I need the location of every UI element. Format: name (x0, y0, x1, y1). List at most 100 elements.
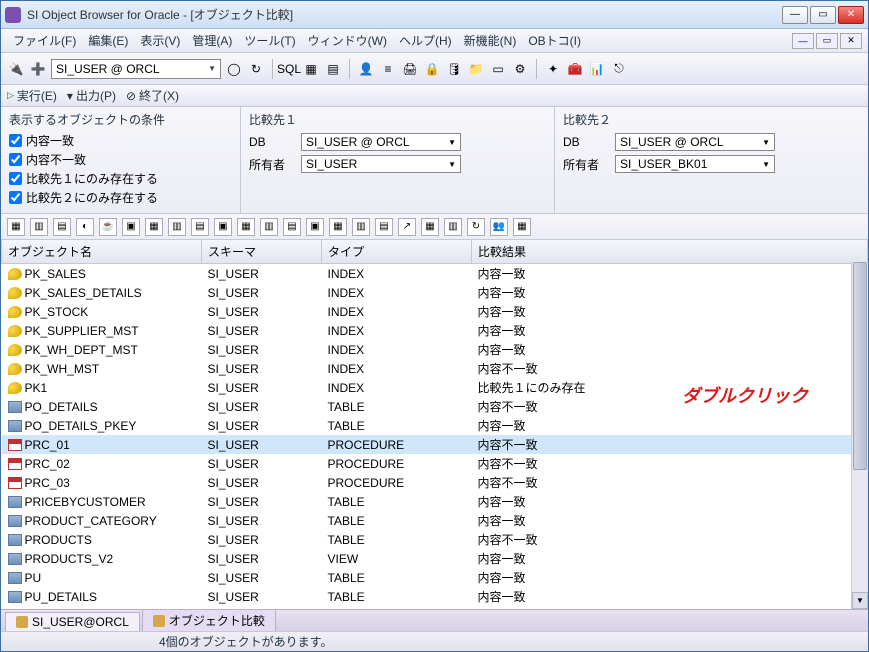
table-row[interactable]: PRICEBYCUSTOMERSI_USERTABLE内容一致 (2, 492, 868, 511)
dest2-panel: 比較先２ DB SI_USER @ ORCL▼ 所有者 SI_USER_BK01… (555, 107, 868, 213)
table-row[interactable]: PK_STOCKSI_USERINDEX内容一致 (2, 302, 868, 321)
menu-help[interactable]: ヘルプ(H) (393, 30, 458, 51)
filter-icon-4[interactable]: ◐ (76, 218, 94, 236)
mdi-close-button[interactable]: ✕ (840, 33, 862, 49)
print-icon[interactable]: 🖨 (401, 60, 419, 78)
close-action[interactable]: ⊘終了(X) (126, 87, 179, 104)
dest1-owner-combo[interactable]: SI_USER▼ (301, 155, 461, 173)
sql-icon[interactable]: SQL (280, 60, 298, 78)
chk-match[interactable] (9, 134, 22, 147)
filter-icon-19[interactable]: ▦ (421, 218, 439, 236)
chk-only1[interactable] (9, 172, 22, 185)
gear-icon[interactable]: ⚙ (511, 60, 529, 78)
connection-combo[interactable]: SI_USER @ ORCL ▼ (51, 59, 221, 79)
table-row[interactable]: PK1SI_USERINDEX比較先１にのみ存在 (2, 378, 868, 397)
table-row[interactable]: PURCHASE_ORDERSSI_USERTABLE内容一致 (2, 606, 868, 609)
tab-compare[interactable]: オブジェクト比較 (142, 609, 276, 631)
tool-icon[interactable]: 🧰 (566, 60, 584, 78)
col-result[interactable]: 比較結果 (472, 240, 868, 264)
stats-icon[interactable]: 📊 (588, 60, 606, 78)
run-action[interactable]: ▷実行(E) (7, 87, 57, 104)
table-row[interactable]: PRC_01SI_USERPROCEDURE内容不一致 (2, 435, 868, 454)
filter-icon-9[interactable]: ▤ (191, 218, 209, 236)
menu-file[interactable]: ファイル(F) (7, 30, 82, 51)
window-icon[interactable]: ▭ (489, 60, 507, 78)
filter-icon-14[interactable]: ▣ (306, 218, 324, 236)
exit-icon[interactable]: ⎋ (610, 60, 628, 78)
filter-icon-7[interactable]: ▦ (145, 218, 163, 236)
results-grid[interactable]: オブジェクト名 スキーマ タイプ 比較結果 PK_SALESSI_USERIND… (1, 240, 868, 609)
grid-icon[interactable]: ▤ (324, 60, 342, 78)
table-row[interactable]: PK_WH_DEPT_MSTSI_USERINDEX内容一致 (2, 340, 868, 359)
user-icon[interactable]: 👤 (357, 60, 375, 78)
menu-tools[interactable]: ツール(T) (238, 30, 301, 51)
filter-icon-1[interactable]: ▦ (7, 218, 25, 236)
filter-icon-3[interactable]: ▤ (53, 218, 71, 236)
reload-icon[interactable]: ↻ (247, 60, 265, 78)
chk-diff[interactable] (9, 153, 22, 166)
menu-admin[interactable]: 管理(A) (186, 30, 238, 51)
menu-obtoko[interactable]: OBトコ(I) (522, 30, 587, 51)
dest2-db-combo[interactable]: SI_USER @ ORCL▼ (615, 133, 775, 151)
table-row[interactable]: PU_DETAILSSI_USERTABLE内容一致 (2, 587, 868, 606)
table-row[interactable]: PRODUCTSSI_USERTABLE内容不一致 (2, 530, 868, 549)
filter-icon-10[interactable]: ▣ (214, 218, 232, 236)
connect-icon[interactable]: 🔌 (7, 60, 25, 78)
filter-icon-5[interactable]: ☕ (99, 218, 117, 236)
col-name[interactable]: オブジェクト名 (2, 240, 202, 264)
col-type[interactable]: タイプ (322, 240, 472, 264)
filter-icon-22[interactable]: 👥 (490, 218, 508, 236)
mdi-minimize-button[interactable]: — (792, 33, 814, 49)
scroll-down-icon[interactable]: ▼ (852, 592, 868, 609)
filter-icon-13[interactable]: ▤ (283, 218, 301, 236)
star-icon[interactable]: ✦ (544, 60, 562, 78)
filter-icon-12[interactable]: ▥ (260, 218, 278, 236)
table-icon[interactable]: ▦ (302, 60, 320, 78)
filter-icon-6[interactable]: ▣ (122, 218, 140, 236)
add-db-icon[interactable]: ➕ (29, 60, 47, 78)
cyl-icon[interactable]: 🛢 (445, 60, 463, 78)
filter-icon-21[interactable]: ↻ (467, 218, 485, 236)
filter-icon-18[interactable]: ↗ (398, 218, 416, 236)
scrollbar[interactable]: ▼ (851, 262, 868, 609)
filter-icon-23[interactable]: ▦ (513, 218, 531, 236)
compare-icon (153, 615, 165, 627)
filter-icon-20[interactable]: ▥ (444, 218, 462, 236)
menu-newfn[interactable]: 新機能(N) (458, 30, 523, 51)
filter-icon-15[interactable]: ▦ (329, 218, 347, 236)
minimize-button[interactable]: — (782, 6, 808, 24)
table-row[interactable]: PRC_03SI_USERPROCEDURE内容不一致 (2, 473, 868, 492)
close-button[interactable]: ✕ (838, 6, 864, 24)
filter-icon-17[interactable]: ▤ (375, 218, 393, 236)
menu-view[interactable]: 表示(V) (134, 30, 186, 51)
menu-edit[interactable]: 編集(E) (82, 30, 134, 51)
filter-icon-16[interactable]: ▥ (352, 218, 370, 236)
filter-icon-8[interactable]: ▥ (168, 218, 186, 236)
dest1-db-combo[interactable]: SI_USER @ ORCL▼ (301, 133, 461, 151)
table-row[interactable]: PO_DETAILS_PKEYSI_USERTABLE内容一致 (2, 416, 868, 435)
folder-icon[interactable]: 📁 (467, 60, 485, 78)
dest2-owner-combo[interactable]: SI_USER_BK01▼ (615, 155, 775, 173)
tab-connection[interactable]: SI_USER@ORCL (5, 612, 140, 631)
stack-icon[interactable]: ≡ (379, 60, 397, 78)
table-row[interactable]: PRODUCT_CATEGORYSI_USERTABLE内容一致 (2, 511, 868, 530)
table-row[interactable]: PK_WH_MSTSI_USERINDEX内容不一致 (2, 359, 868, 378)
maximize-button[interactable]: ▭ (810, 6, 836, 24)
chk-only2[interactable] (9, 191, 22, 204)
output-action[interactable]: ▾出力(P) (67, 87, 116, 104)
lock-icon[interactable]: 🔒 (423, 60, 441, 78)
col-schema[interactable]: スキーマ (202, 240, 322, 264)
table-row[interactable]: PK_SALES_DETAILSSI_USERINDEX内容一致 (2, 283, 868, 302)
refresh-icon[interactable]: ◯ (225, 60, 243, 78)
filter-icon-2[interactable]: ▥ (30, 218, 48, 236)
table-row[interactable]: PRODUCTS_V2SI_USERVIEW内容一致 (2, 549, 868, 568)
menu-window[interactable]: ウィンドウ(W) (302, 30, 393, 51)
table-row[interactable]: PRC_02SI_USERPROCEDURE内容不一致 (2, 454, 868, 473)
filter-icon-11[interactable]: ▦ (237, 218, 255, 236)
table-row[interactable]: PK_SUPPLIER_MSTSI_USERINDEX内容一致 (2, 321, 868, 340)
table-row[interactable]: PO_DETAILSSI_USERTABLE内容不一致 (2, 397, 868, 416)
table-row[interactable]: PK_SALESSI_USERINDEX内容一致 (2, 264, 868, 284)
table-row[interactable]: PUSI_USERTABLE内容一致 (2, 568, 868, 587)
scrollbar-thumb[interactable] (853, 262, 867, 470)
mdi-restore-button[interactable]: ▭ (816, 33, 838, 49)
